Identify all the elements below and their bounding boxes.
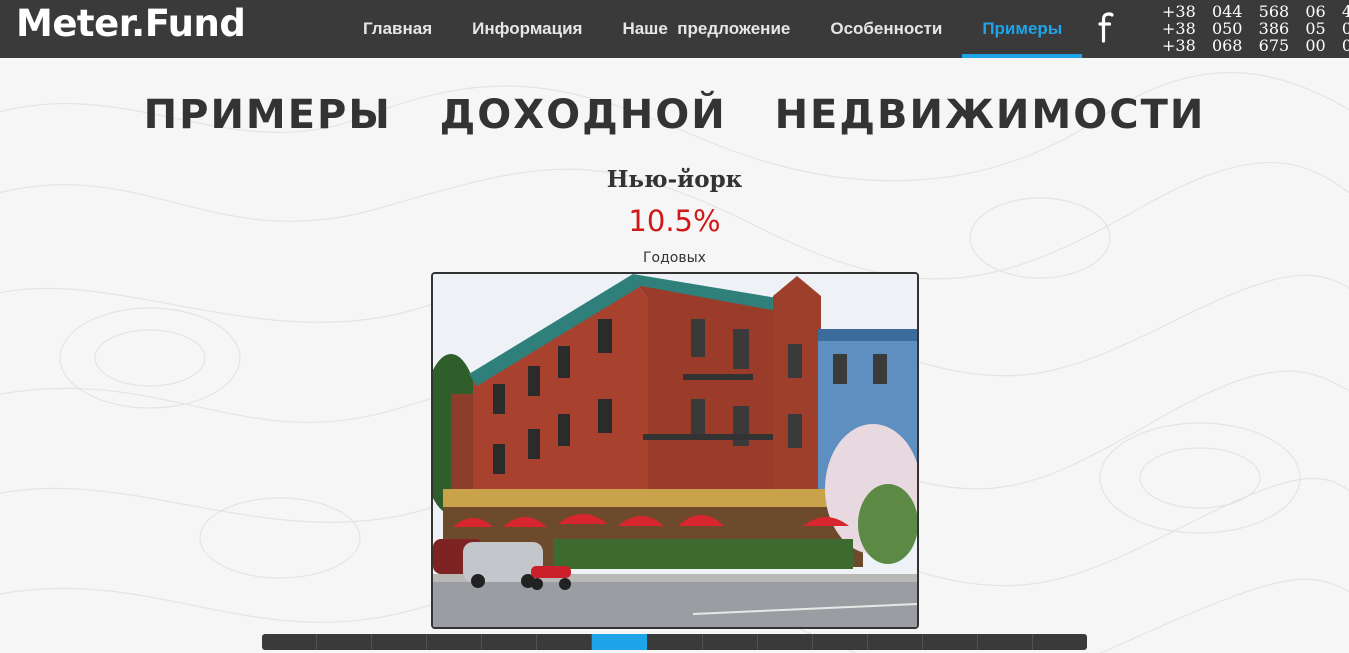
facebook-icon[interactable]	[1096, 10, 1116, 44]
nav-item-info[interactable]: Информация	[452, 0, 602, 58]
phone-number[interactable]: +38 050 386 05 05	[1162, 20, 1349, 37]
nav-item-home[interactable]: Главная	[343, 0, 452, 58]
slider-dot[interactable]	[592, 634, 648, 650]
site-logo[interactable]: Meter.Fund	[16, 2, 246, 45]
slider-dot[interactable]	[812, 634, 868, 650]
slider-dot[interactable]	[977, 634, 1033, 650]
building-illustration	[433, 274, 917, 627]
annual-return-rate: 10.5%	[628, 204, 721, 238]
slider-dot[interactable]	[537, 634, 593, 650]
nav-item-examples[interactable]: Примеры	[962, 0, 1083, 58]
slider-dot[interactable]	[867, 634, 923, 650]
slider-dot[interactable]	[262, 634, 318, 650]
page-title: ПРИМЕРЫ ДОХОДНОЙ НЕДВИЖИМОСТИ	[143, 92, 1206, 138]
slider-dot[interactable]	[317, 634, 373, 650]
annual-return-label: Годовых	[643, 250, 706, 266]
property-photo	[431, 272, 919, 629]
slider-dot[interactable]	[702, 634, 758, 650]
top-navbar: Meter.Fund Главная Информация Наше предл…	[0, 0, 1349, 58]
slider-dot[interactable]	[1032, 634, 1087, 650]
slider-dot[interactable]	[372, 634, 428, 650]
slider-dot[interactable]	[482, 634, 538, 650]
phone-number[interactable]: +38 068 675 00 00	[1162, 37, 1349, 54]
phone-number[interactable]: +38 044 568 06 45	[1162, 3, 1349, 20]
phone-numbers: +38 044 568 06 45 +38 050 386 05 05 +38 …	[1162, 3, 1349, 54]
nav-item-offer[interactable]: Наше предложение	[602, 0, 810, 58]
slider-dot[interactable]	[757, 634, 813, 650]
property-city: Нью-йорк	[606, 166, 743, 193]
nav-item-features[interactable]: Особенности	[810, 0, 962, 58]
examples-section: ПРИМЕРЫ ДОХОДНОЙ НЕДВИЖИМОСТИ Нью-йорк 1…	[0, 58, 1349, 653]
slider-dot[interactable]	[427, 634, 483, 650]
slider-pagination	[262, 634, 1087, 650]
main-nav: Главная Информация Наше предложение Особ…	[343, 0, 1083, 58]
slider-dot[interactable]	[922, 634, 978, 650]
slider-dot[interactable]	[647, 634, 703, 650]
